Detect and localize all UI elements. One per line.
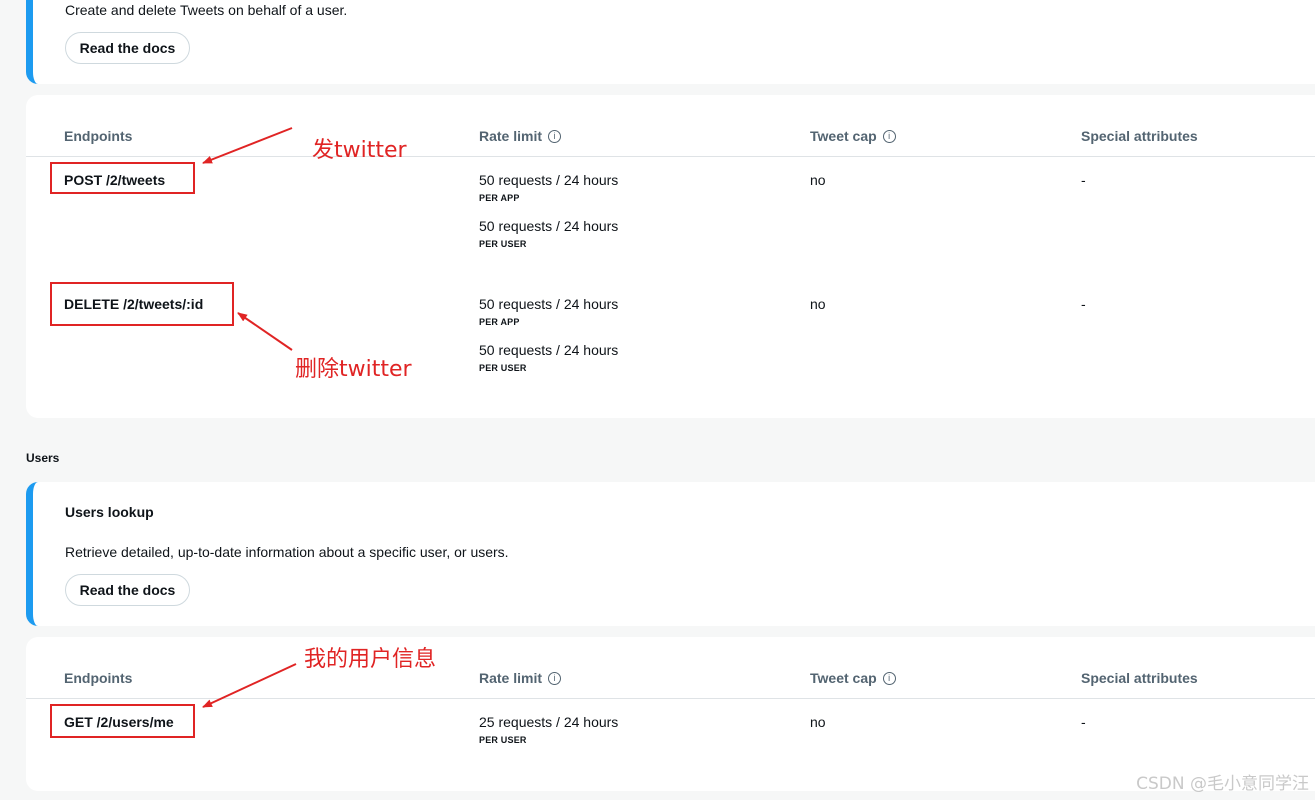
info-icon[interactable]: i [548, 671, 562, 685]
rate-limit-scope: PER USER [479, 735, 527, 745]
tweet-cap-value: no [810, 296, 826, 312]
header-tweet-cap: Tweet cap i [810, 670, 896, 686]
rate-limit-value: 50 requests / 24 hours [479, 342, 619, 358]
users-read-docs-button[interactable]: Read the docs [65, 574, 190, 606]
header-rate-limit: Rate limit i [479, 670, 562, 686]
users-endpoints-table: Endpoints Rate limit i Tweet cap i Special… [26, 637, 1315, 791]
special-attributes-value: - [1081, 172, 1086, 188]
tweets-read-docs-button[interactable]: Read the docs [65, 32, 190, 64]
rate-limit-value: 50 requests / 24 hours [479, 172, 619, 188]
tweet-cap-value: no [810, 714, 826, 730]
header-special-attributes: Special attributes [1081, 128, 1198, 144]
highlight-box-delete [50, 282, 234, 326]
header-divider [26, 156, 1315, 157]
header-endpoints: Endpoints [64, 670, 133, 686]
info-icon[interactable]: i [548, 129, 562, 143]
header-divider [26, 698, 1315, 699]
rate-limit-scope: PER USER [479, 239, 527, 249]
tweets-endpoints-table: Endpoints Rate limit i Tweet cap i Special… [26, 95, 1315, 418]
users-lookup-description: Retrieve detailed, up-to-date informatio… [65, 544, 509, 560]
info-icon[interactable]: i [882, 129, 896, 143]
tweets-description: Create and delete Tweets on behalf of a … [65, 2, 348, 18]
header-endpoints: Endpoints [64, 128, 133, 144]
annotation-users-me-label: 我的用户信息 [304, 647, 437, 672]
rate-limit-value: 50 requests / 24 hours [479, 218, 619, 234]
tweet-cap-value: no [810, 172, 826, 188]
info-icon[interactable]: i [882, 671, 896, 685]
rate-limit-scope: PER USER [479, 363, 527, 373]
header-tweet-cap: Tweet cap i [810, 128, 896, 144]
rate-limit-value: 25 requests / 24 hours [479, 714, 619, 730]
special-attributes-value: - [1081, 714, 1086, 730]
rate-limit-value: 50 requests / 24 hours [479, 296, 619, 312]
special-attributes-value: - [1081, 296, 1086, 312]
users-lookup-card: Users lookup Retrieve detailed, up-to-da… [26, 482, 1315, 626]
tweets-info-card: Create and delete Tweets on behalf of a … [26, 0, 1315, 84]
annotation-delete-label: 删除twitter [295, 357, 412, 382]
rate-limit-scope: PER APP [479, 317, 520, 327]
section-label-users: Users [26, 451, 60, 465]
rate-limit-scope: PER APP [479, 193, 520, 203]
header-special-attributes: Special attributes [1081, 670, 1198, 686]
header-rate-limit: Rate limit i [479, 128, 562, 144]
watermark: CSDN @毛小意同学汪 [1136, 774, 1309, 794]
highlight-box-post [50, 162, 195, 194]
users-lookup-title: Users lookup [65, 504, 154, 520]
highlight-box-users-me [50, 704, 195, 738]
annotation-post-label: 发twitter [312, 138, 407, 163]
